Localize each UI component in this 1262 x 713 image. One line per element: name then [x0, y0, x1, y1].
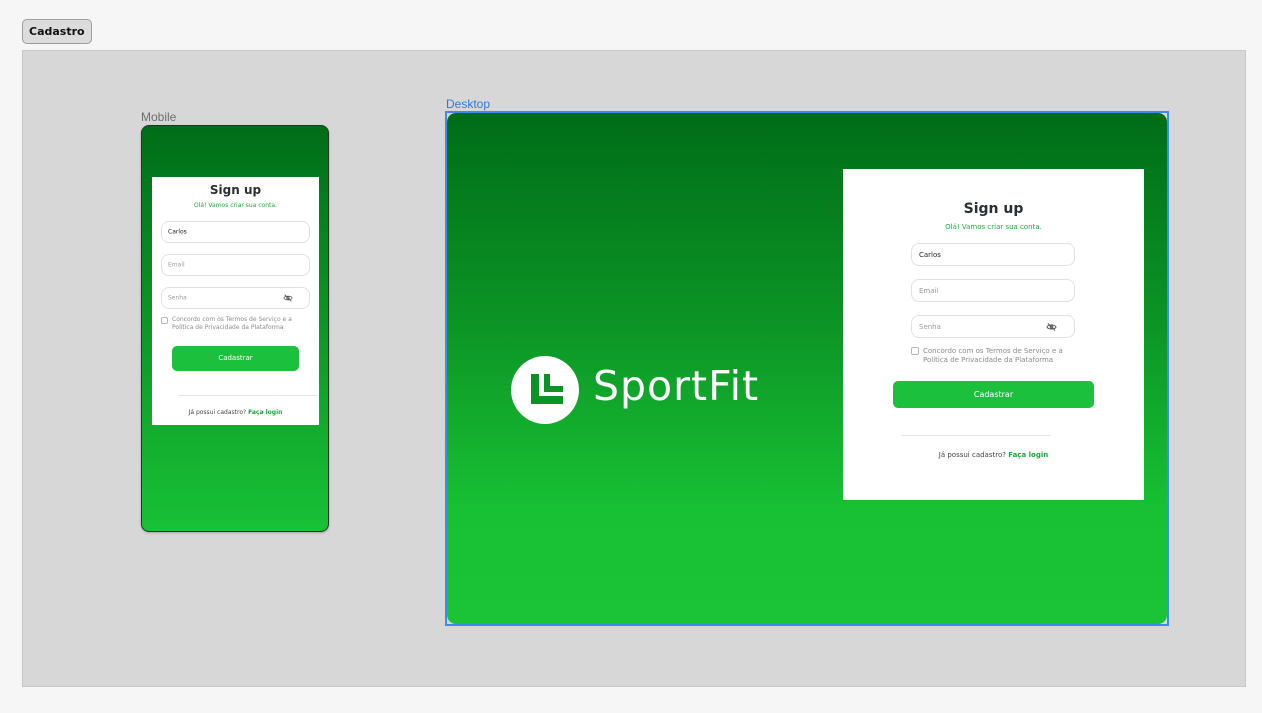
terms-line-2: Política de Privacidade da Plataforma	[172, 324, 284, 332]
login-link[interactable]: Faça login	[248, 409, 282, 416]
sportfit-logo-icon	[511, 356, 579, 424]
desktop-background: SportFit Sign up Olá! Vamos criar sua co…	[447, 113, 1167, 624]
name-input[interactable]: Carlos	[161, 221, 310, 243]
password-input[interactable]: Senha	[161, 287, 310, 309]
section-label[interactable]: Cadastro	[22, 19, 92, 44]
divider	[178, 395, 318, 396]
terms-checkbox[interactable]	[911, 347, 919, 355]
login-link[interactable]: Faça login	[1008, 451, 1048, 459]
brand-name: SportFit	[593, 362, 760, 410]
eye-off-icon[interactable]	[283, 293, 293, 303]
signup-card: Sign up Olá! Vamos criar sua conta. Carl…	[152, 177, 319, 425]
desktop-frame-label[interactable]: Desktop	[446, 97, 490, 111]
signup-title: Sign up	[963, 201, 1024, 217]
email-input[interactable]: Email	[911, 279, 1075, 302]
terms-checkbox[interactable]	[161, 317, 168, 324]
password-input[interactable]: Senha	[911, 315, 1075, 338]
password-placeholder: Senha	[919, 322, 941, 331]
mobile-frame[interactable]: Sign up Olá! Vamos criar sua conta. Carl…	[141, 125, 329, 532]
login-prompt-text: Já possui cadastro?	[938, 451, 1006, 459]
name-input-value: Carlos	[919, 250, 941, 259]
terms-line-1: Concordo com os Termos de Serviço e a	[923, 347, 1063, 355]
submit-button[interactable]: Cadastrar	[893, 381, 1094, 408]
login-prompt: Já possui cadastro? Faça login	[152, 409, 319, 416]
signup-subtitle: Olá! Vamos criar sua conta.	[194, 202, 277, 209]
email-placeholder: Email	[919, 286, 939, 295]
signup-card: Sign up Olá! Vamos criar sua conta. Carl…	[843, 169, 1144, 500]
password-placeholder: Senha	[168, 294, 187, 302]
mobile-frame-label[interactable]: Mobile	[141, 110, 176, 124]
email-input[interactable]: Email	[161, 254, 310, 276]
name-input[interactable]: Carlos	[911, 243, 1075, 266]
email-placeholder: Email	[168, 261, 185, 269]
terms-line-2: Política de Privacidade da Plataforma	[923, 356, 1054, 365]
login-prompt: Já possui cadastro? Faça login	[843, 451, 1144, 459]
signup-title: Sign up	[209, 183, 262, 197]
name-input-value: Carlos	[168, 228, 187, 236]
eye-off-icon[interactable]	[1046, 321, 1057, 332]
divider	[901, 435, 1051, 436]
submit-button[interactable]: Cadastrar	[172, 346, 299, 371]
terms-line-1: Concordo com os Termos de Serviço e a	[172, 316, 292, 323]
terms-text: Concordo com os Termos de Serviço e a Po…	[923, 347, 1073, 366]
terms-text: Concordo com os Termos de Serviço e a Po…	[172, 316, 307, 332]
login-prompt-text: Já possui cadastro?	[188, 409, 247, 416]
desktop-frame[interactable]: SportFit Sign up Olá! Vamos criar sua co…	[445, 111, 1169, 626]
signup-subtitle: Olá! Vamos criar sua conta.	[945, 223, 1042, 231]
